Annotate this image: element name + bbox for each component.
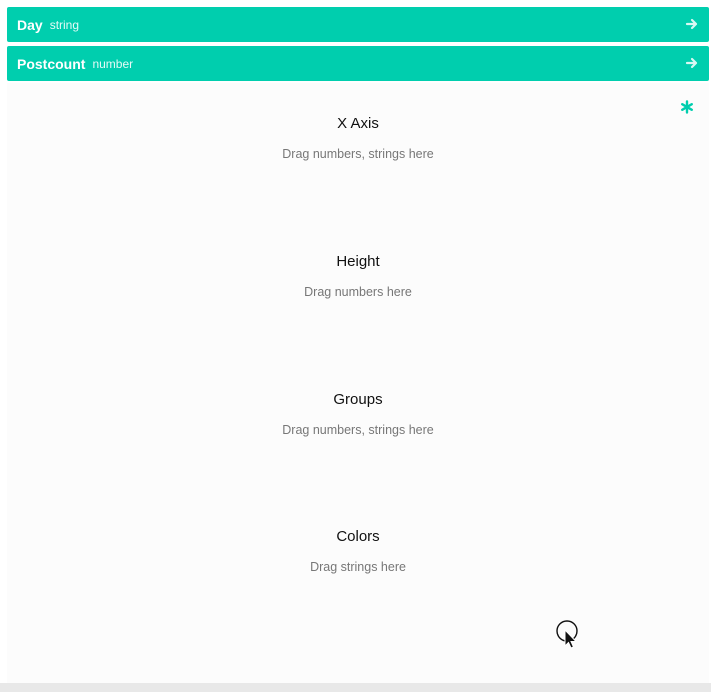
field-type: string [49,17,80,32]
horizontal-scrollbar[interactable] [0,683,711,692]
mouse-pointer-icon [556,620,578,649]
field-postcount[interactable]: Postcount number [7,46,709,81]
zone-hint: Drag strings here [310,560,406,574]
drop-zone-x-axis[interactable]: X Axis Drag numbers, strings here [7,110,709,220]
arrow-right-icon[interactable] [685,56,699,70]
arrow-right-icon[interactable] [685,17,699,31]
field-day[interactable]: Day string [7,7,709,42]
drop-zone-colors[interactable]: Colors Drag strings here [7,523,709,633]
zone-title: X Axis [337,115,379,132]
field-name: Postcount [17,55,86,72]
zone-hint: Drag numbers, strings here [282,147,434,161]
drop-zone-groups[interactable]: Groups Drag numbers, strings here [7,386,709,496]
zone-title: Height [336,253,380,270]
field-name: Day [17,16,43,33]
zone-title: Colors [336,528,380,545]
zone-hint: Drag numbers here [304,285,412,299]
drop-zone-height[interactable]: Height Drag numbers here [7,248,709,358]
zone-title: Groups [333,391,383,408]
field-type: number [92,56,134,71]
zone-hint: Drag numbers, strings here [282,423,434,437]
